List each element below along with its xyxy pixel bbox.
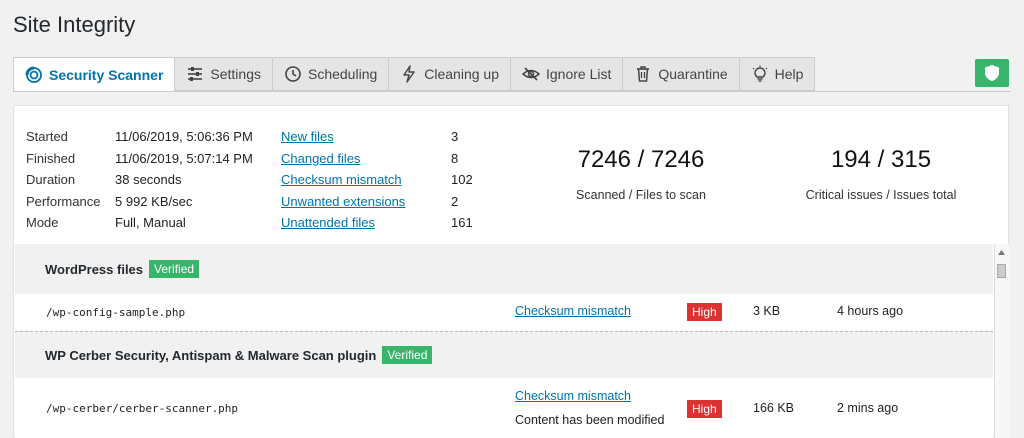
- file-size: 3 KB: [753, 304, 781, 318]
- scan-summary-table: Started 11/06/2019, 5:06:36 PM New files…: [26, 126, 511, 234]
- trash-icon: [634, 65, 652, 83]
- duration-label: Duration: [26, 172, 76, 188]
- performance-label: Performance: [26, 193, 101, 209]
- new-files-link[interactable]: New files: [281, 129, 334, 144]
- checksum-mismatch-count: 102: [451, 172, 473, 188]
- severity-badge: High: [687, 303, 722, 321]
- section-header: WordPress files Verified: [15, 244, 993, 294]
- started-value: 11/06/2019, 5:06:36 PM: [115, 129, 253, 145]
- finished-label: Finished: [26, 150, 76, 166]
- shield-icon: [984, 64, 1000, 82]
- file-time: 4 hours ago: [837, 304, 904, 318]
- tab-scheduling[interactable]: Scheduling: [271, 57, 390, 91]
- results-list: WordPress files Verified /wp-config-samp…: [15, 244, 993, 438]
- unwanted-extensions-count: 2: [451, 193, 459, 209]
- issue-link[interactable]: Checksum mismatch: [515, 389, 631, 403]
- issue-note: Content has been modified: [515, 413, 665, 427]
- finished-value: 11/06/2019, 5:07:14 PM: [115, 150, 253, 166]
- tab-quarantine[interactable]: Quarantine: [622, 57, 740, 91]
- tab-label: Security Scanner: [49, 66, 164, 83]
- duration-value: 38 seconds: [115, 172, 182, 188]
- started-label: Started: [26, 129, 68, 145]
- issues-stat: 194 / 315 Critical issues / Issues total: [771, 146, 991, 202]
- new-files-count: 3: [451, 129, 459, 145]
- tab-label: Scheduling: [307, 66, 378, 82]
- tab-divider: [13, 91, 1011, 92]
- mode-value: Full, Manual: [115, 215, 186, 231]
- page-title: Site Integrity: [13, 12, 136, 37]
- scanned-caption: Scanned / Files to scan: [576, 188, 706, 202]
- file-size: 166 KB: [753, 401, 795, 415]
- changed-files-link[interactable]: Changed files: [281, 151, 361, 166]
- verified-badge: Verified: [149, 260, 200, 278]
- tab-label: Quarantine: [658, 66, 728, 82]
- tab-help[interactable]: Help: [738, 57, 816, 91]
- verified-badge: Verified: [382, 346, 433, 364]
- lightning-icon: [400, 65, 418, 83]
- tab-label: Settings: [210, 66, 261, 82]
- tab-label: Cleaning up: [424, 66, 499, 82]
- file-time: 2 mins ago: [837, 401, 899, 415]
- shield-status-button[interactable]: [975, 59, 1009, 87]
- section-title: WP Cerber Security, Antispam & Malware S…: [45, 347, 377, 363]
- scanner-icon: [25, 66, 43, 84]
- tab-security-scanner[interactable]: Security Scanner: [13, 57, 176, 92]
- unattended-files-count: 161: [451, 215, 473, 231]
- unattended-files-link[interactable]: Unattended files: [281, 215, 375, 230]
- tab-label: Help: [774, 66, 804, 82]
- scanned-stat: 7246 / 7246 Scanned / Files to scan: [541, 146, 741, 202]
- file-row: /wp-cerber/cerber-scanner.php Checksum m…: [15, 378, 993, 438]
- tab-bar: Security Scanner Settings Scheduling Cle…: [13, 57, 816, 92]
- file-path: /wp-config-sample.php: [46, 306, 186, 319]
- mode-label: Mode: [26, 215, 59, 231]
- section-title: WordPress files: [45, 261, 144, 277]
- file-path: /wp-cerber/cerber-scanner.php: [46, 402, 239, 415]
- changed-files-count: 8: [451, 150, 459, 166]
- scanned-value: 7246 / 7246: [577, 146, 705, 173]
- unwanted-extensions-link[interactable]: Unwanted extensions: [281, 194, 405, 209]
- scroll-thumb[interactable]: [997, 264, 1006, 278]
- tab-settings[interactable]: Settings: [174, 57, 273, 91]
- section-header: WP Cerber Security, Antispam & Malware S…: [15, 332, 993, 378]
- lightbulb-icon: [751, 65, 769, 83]
- issues-caption: Critical issues / Issues total: [805, 188, 957, 202]
- tab-cleaning-up[interactable]: Cleaning up: [388, 57, 511, 91]
- tab-label: Ignore List: [546, 66, 612, 82]
- issue-link[interactable]: Checksum mismatch: [515, 304, 631, 318]
- clock-icon: [284, 65, 302, 83]
- checksum-mismatch-link[interactable]: Checksum mismatch: [281, 172, 402, 187]
- tab-ignore-list[interactable]: Ignore List: [510, 57, 624, 91]
- issues-value: 194 / 315: [830, 146, 932, 173]
- eye-off-icon: [522, 65, 540, 83]
- scroll-up-arrow-icon[interactable]: [997, 248, 1006, 257]
- sliders-icon: [186, 65, 204, 83]
- file-row: /wp-config-sample.php Checksum mismatch …: [15, 294, 993, 331]
- scan-results-panel: Started 11/06/2019, 5:06:36 PM New files…: [13, 105, 1009, 438]
- results-scrollbar[interactable]: [994, 244, 1009, 438]
- performance-value: 5 992 KB/sec: [115, 193, 193, 209]
- severity-badge: High: [687, 400, 722, 418]
